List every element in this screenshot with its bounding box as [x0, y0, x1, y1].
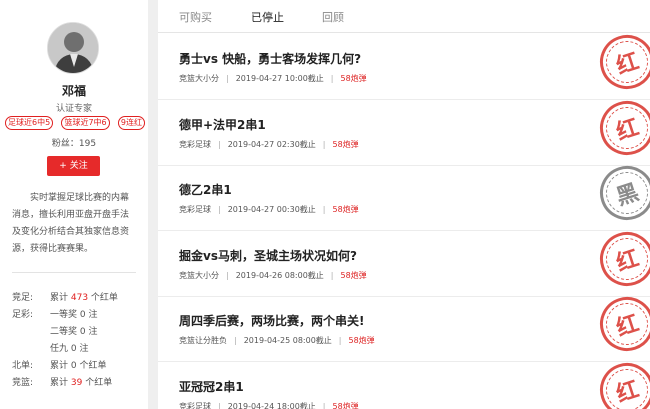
- stat-row: 北单: 累计 0 个红单: [12, 358, 144, 375]
- stat-text: 个红单: [82, 378, 113, 388]
- stat-text: 个红单: [88, 293, 118, 303]
- plan-deadline: 2019-04-27 10:00截止: [235, 74, 324, 83]
- plan-title[interactable]: 亚冠冠2串1: [179, 378, 244, 395]
- plan-meta: 竞篮让分胜负 | 2019-04-25 08:00截止 | 58炮弹: [179, 335, 375, 346]
- plan-meta: 竞篮大小分 | 2019-04-26 08:00截止 | 58炮弹: [179, 270, 367, 281]
- plan-deadline: 2019-04-27 00:30截止: [227, 205, 316, 214]
- stat-row: 竞篮: 累计 39 个红单: [12, 375, 144, 392]
- separator: |: [226, 74, 229, 83]
- separator: |: [218, 205, 221, 214]
- follow-button[interactable]: + 关注: [47, 156, 100, 176]
- plan-title[interactable]: 德甲+法甲2串1: [179, 116, 266, 133]
- plan-deadline: 2019-04-25 08:00截止: [243, 336, 332, 345]
- stat-label: 竞足:: [12, 293, 34, 303]
- separator: |: [218, 139, 221, 149]
- stat-value: 累计 473 个红单: [50, 290, 118, 307]
- stat-row: 足彩: 一等奖 0 注: [12, 307, 144, 324]
- plan-category: 竞彩足球: [179, 139, 211, 149]
- result-stamp-icon: 红: [592, 355, 650, 409]
- plan-item[interactable]: 德乙2串1 竞彩足球 | 2019-04-27 00:30截止 | 58炮弹 黑: [158, 158, 650, 231]
- expert-sidebar: 邓福 认证专家 足球近6中5 篮球近7中6 9连红 粉丝：195 + 关注 实时…: [0, 0, 148, 409]
- separator: |: [226, 270, 229, 280]
- stat-label: 足彩:: [12, 310, 34, 320]
- plan-deadline: 2019-04-27 02:30截止: [227, 139, 316, 149]
- page: 邓福 认证专家 足球近6中5 篮球近7中6 9连红 粉丝：195 + 关注 实时…: [0, 0, 650, 409]
- record-tag-football: 足球近6中5: [5, 116, 54, 130]
- plan-price: 58炮弹: [340, 74, 367, 83]
- stat-value: 累计 0 个红单: [50, 361, 107, 371]
- result-stamp-icon: 黑: [592, 158, 650, 228]
- plan-item[interactable]: 周四季后赛，两场比赛，两个串关! 竞篮让分胜负 | 2019-04-25 08:00截…: [158, 289, 650, 362]
- plan-price: 58炮弹: [332, 139, 359, 149]
- plan-deadline: 2019-04-24 18:00截止: [227, 401, 316, 409]
- fans-count: 粉丝：195: [51, 139, 97, 149]
- plan-item[interactable]: 勇士vs 快船，勇士客场发挥几何? 竞篮大小分 | 2019-04-27 10:00截…: [158, 27, 650, 100]
- stat-text: 累计: [50, 293, 71, 303]
- separator: |: [338, 336, 342, 345]
- plan-category: 竞篮大小分: [179, 270, 219, 280]
- separator: |: [330, 270, 334, 280]
- stat-label: 竞篮:: [12, 378, 34, 388]
- stat-row: 竞足: 累计 473 个红单: [12, 290, 144, 307]
- stat-value: 累计 39 个红单: [50, 375, 112, 392]
- stat-number: 473: [70, 293, 89, 303]
- separator: |: [322, 139, 326, 149]
- tab-bar: 可购买 已停止 回顾: [158, 0, 650, 33]
- plan-price: 58炮弹: [340, 270, 367, 280]
- plan-deadline: 2019-04-26 08:00截止: [235, 270, 324, 280]
- plan-meta: 竞彩足球 | 2019-04-27 02:30截止 | 58炮弹: [179, 139, 359, 150]
- record-tag-streak: 9连红: [117, 116, 145, 130]
- plan-category: 竞篮大小分: [179, 74, 219, 83]
- avatar-photo: [48, 23, 98, 73]
- separator: |: [330, 74, 334, 83]
- separator: |: [234, 336, 237, 345]
- expert-role: 认证专家: [55, 104, 92, 114]
- divider: [12, 272, 136, 273]
- plan-category: 竞彩足球: [179, 401, 211, 409]
- stat-value: 一等奖 0 注: [50, 310, 98, 320]
- separator: |: [322, 205, 326, 214]
- plan-price: 58炮弹: [332, 205, 359, 214]
- plan-meta: 竞彩足球 | 2019-04-27 00:30截止 | 58炮弹: [179, 204, 359, 215]
- stat-label: 北单:: [12, 361, 34, 371]
- plan-category: 竞篮让分胜负: [179, 336, 227, 345]
- plan-item[interactable]: 亚冠冠2串1 竞彩足球 | 2019-04-24 18:00截止 | 58炮弹 红: [158, 355, 650, 409]
- plan-meta: 竞篮大小分 | 2019-04-27 10:00截止 | 58炮弹: [179, 73, 367, 84]
- result-stamp-icon: 红: [592, 27, 650, 97]
- plan-item[interactable]: 掘金vs马刺，圣城主场状况如何? 竞篮大小分 | 2019-04-26 08:00截止…: [158, 224, 650, 297]
- record-tags: 足球近6中5 篮球近7中6 9连红: [5, 116, 145, 130]
- plan-price: 58炮弹: [348, 336, 375, 345]
- plan-item[interactable]: 德甲+法甲2串1 竞彩足球 | 2019-04-27 02:30截止 | 58炮弹 红: [158, 93, 650, 166]
- expert-name: 邓福: [61, 84, 86, 98]
- separator: |: [218, 401, 221, 409]
- stat-row: 任九 0 注: [12, 341, 144, 358]
- result-stamp-icon: 红: [592, 224, 650, 293]
- plan-title[interactable]: 德乙2串1: [179, 181, 232, 198]
- plan-title[interactable]: 勇士vs 快船，勇士客场发挥几何?: [179, 50, 361, 67]
- plan-title[interactable]: 掘金vs马刺，圣城主场状况如何?: [179, 247, 357, 264]
- stat-number: 39: [70, 378, 83, 388]
- result-stamp-icon: 红: [592, 289, 650, 359]
- tab-available[interactable]: 可购买: [179, 9, 212, 25]
- plan-title[interactable]: 周四季后赛，两场比赛，两个串关!: [179, 312, 364, 329]
- stats-list: 竞足: 累计 473 个红单 足彩: 一等奖 0 注 二等奖 0 注 任九 0 …: [12, 290, 144, 392]
- plan-category: 竞彩足球: [179, 205, 211, 214]
- tab-review[interactable]: 回顾: [322, 9, 344, 25]
- separator: |: [322, 401, 326, 409]
- tab-stopped[interactable]: 已停止: [251, 9, 284, 25]
- plan-meta: 竞彩足球 | 2019-04-24 18:00截止 | 58炮弹: [179, 401, 359, 409]
- expert-intro: 实时掌握足球比赛的内幕消息，擅长利用亚盘开盘手法及变化分析结合其独家信息资源，获…: [12, 193, 130, 254]
- stat-text: 累计: [50, 378, 71, 388]
- plan-price: 58炮弹: [332, 401, 359, 409]
- result-stamp-icon: 红: [592, 93, 650, 162]
- stat-value: 二等奖 0 注: [50, 327, 98, 337]
- record-tag-basketball: 篮球近7中6: [61, 116, 110, 130]
- plan-list-panel: 可购买 已停止 回顾 勇士vs 快船，勇士客场发挥几何? 竞篮大小分 | 2019-0…: [158, 0, 650, 409]
- stat-row: 二等奖 0 注: [12, 324, 144, 341]
- stat-value: 任九 0 注: [50, 344, 89, 354]
- avatar[interactable]: [47, 22, 99, 74]
